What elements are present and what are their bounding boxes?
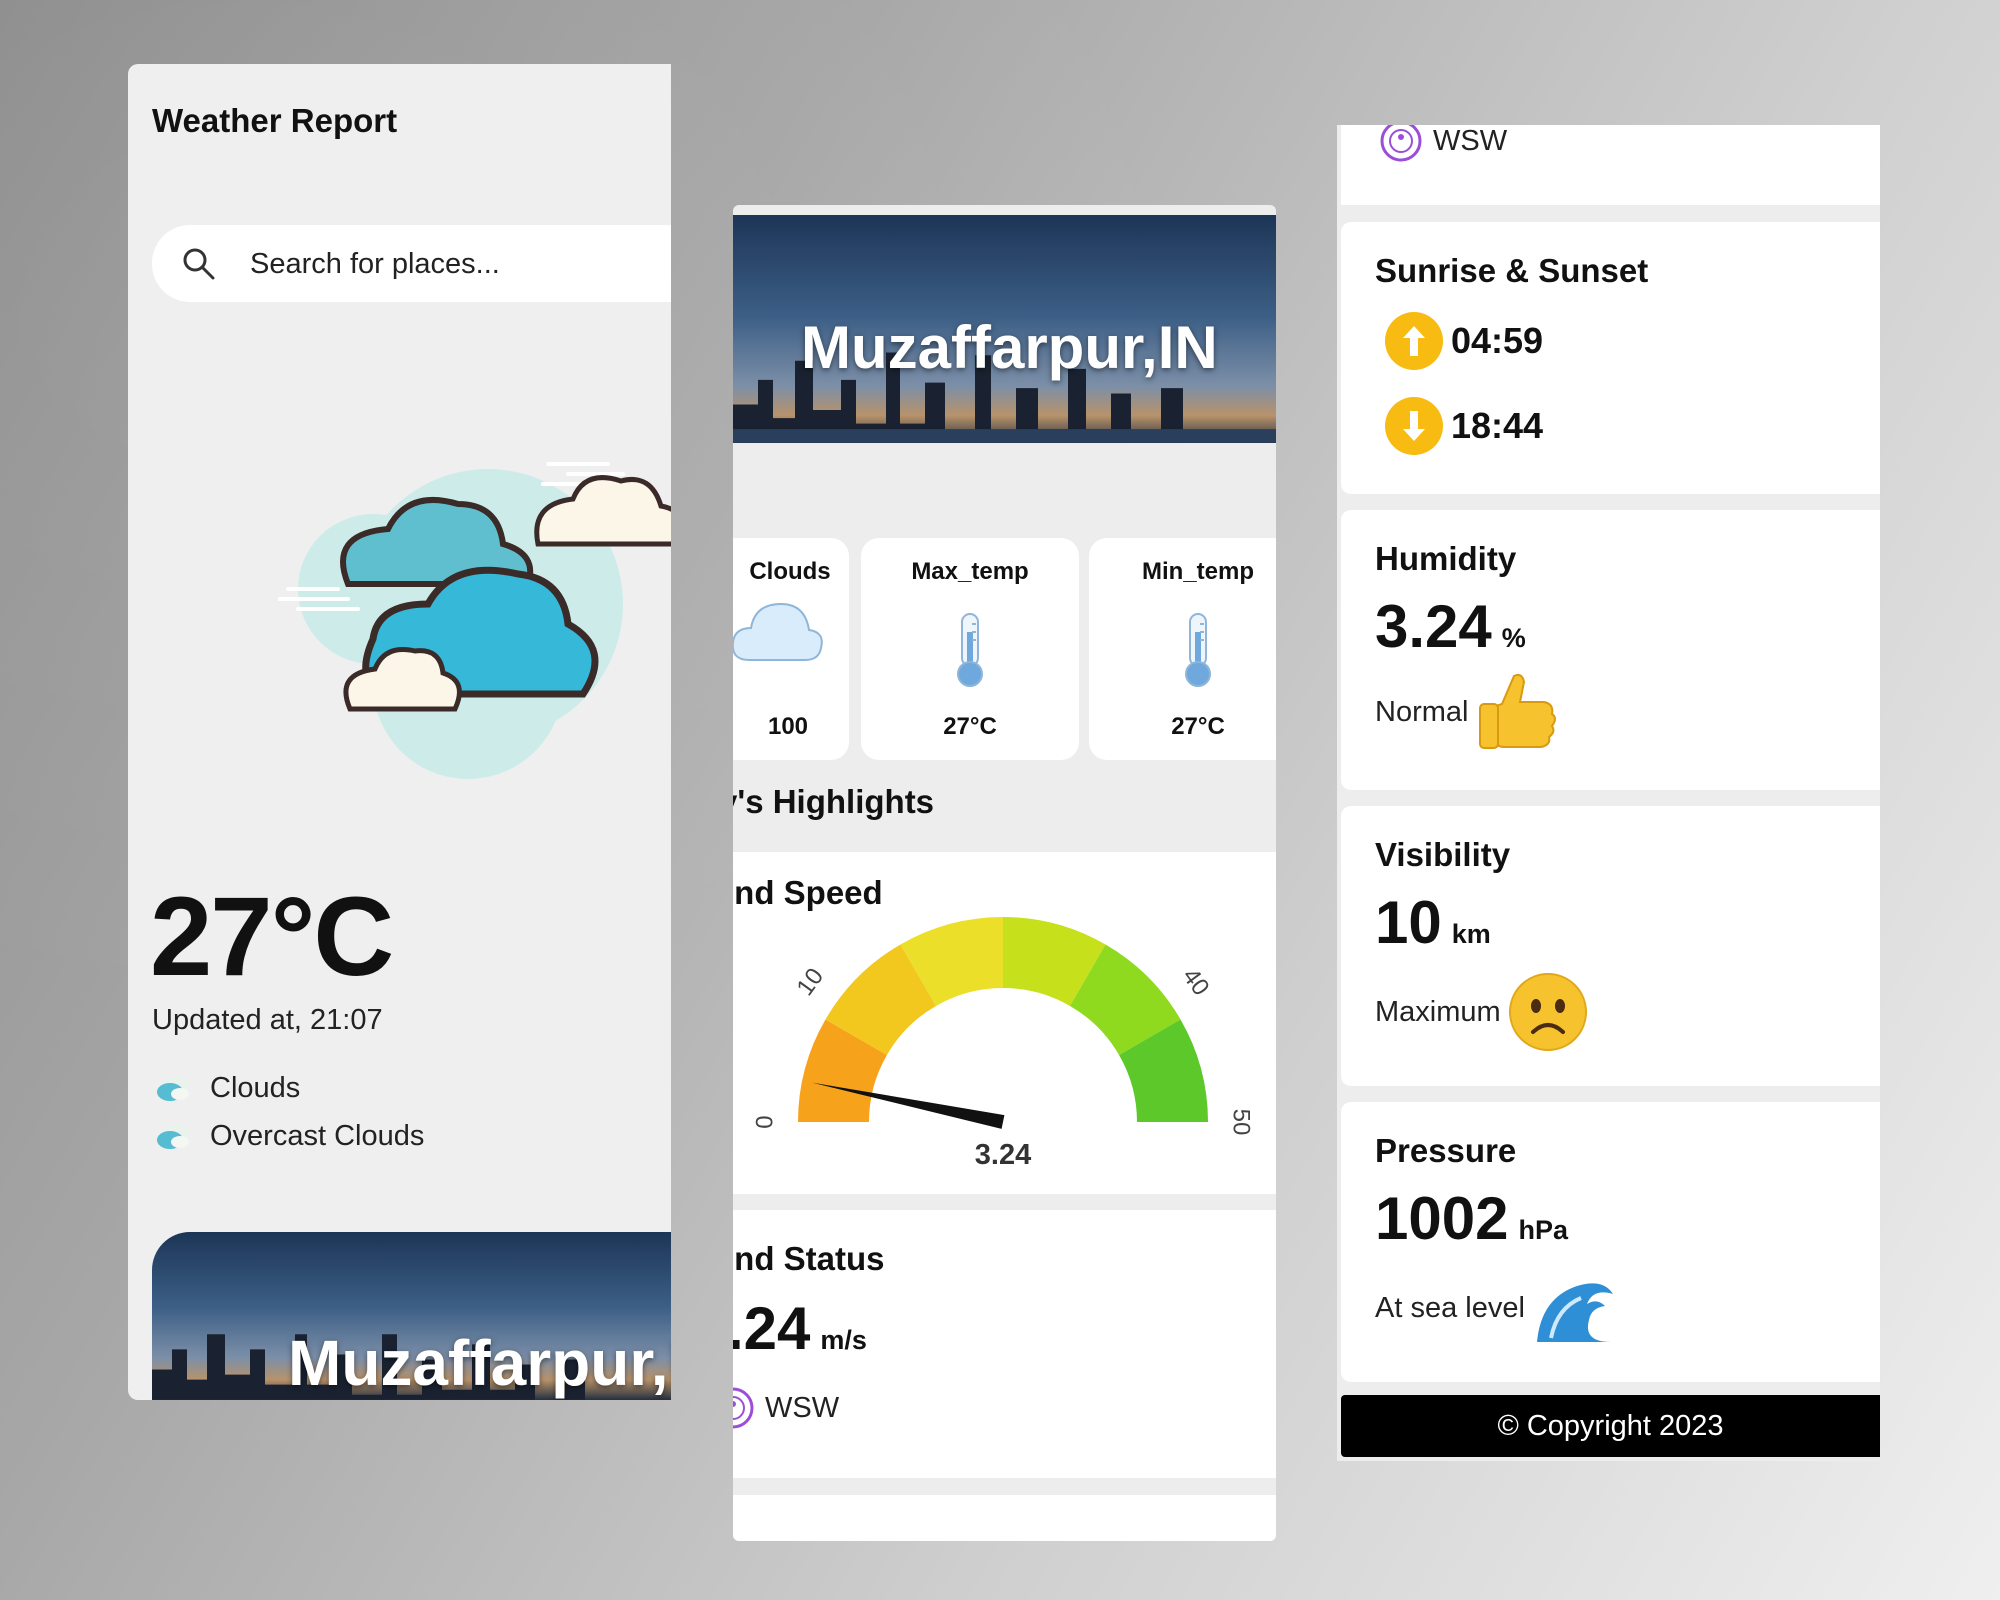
wind-speed-title: ind Speed <box>733 874 883 911</box>
humidity-note: Normal <box>1375 670 1557 754</box>
condition-item: Overcast Clouds <box>154 1114 424 1158</box>
cloud-icon <box>157 1125 189 1149</box>
wind-speed-card: ind Speed 01020304050 3.24 <box>733 852 1276 1194</box>
stat-label: Min_temp <box>1141 558 1254 585</box>
search-input[interactable] <box>248 239 671 289</box>
pressure-title: Pressure <box>1375 1132 1517 1169</box>
location-banner: Muzaffarpur,IN <box>733 215 1276 443</box>
city-name: Muzaffarpur,IN <box>801 314 1218 381</box>
wind-status-card: ind Status .24 m/s WSW <box>733 1210 1276 1478</box>
pressure-unit: hPa <box>1518 1215 1569 1245</box>
location-banner: Muzaffarpur,IN <box>152 1232 671 1400</box>
sunset-arrow-icon <box>1385 397 1443 455</box>
wind-direction: WSW <box>733 1386 839 1430</box>
stat-card-min-temp: Min_temp 27°C <box>1089 538 1276 760</box>
wave-icon <box>1536 1283 1613 1342</box>
visibility-note: Maximum <box>1375 972 1589 1052</box>
stat-card-clouds: Clouds 100 <box>733 538 849 760</box>
visibility-value: 10 km <box>1375 889 1491 956</box>
compass-icon <box>1380 125 1422 162</box>
humidity-title: Humidity <box>1375 540 1517 577</box>
copyright-footer: © Copyright 2023 <box>1341 1395 1880 1457</box>
next-card-edge <box>733 1495 1276 1541</box>
current-temperature: 27°C <box>150 874 394 999</box>
wind-status-unit: m/s <box>820 1325 867 1355</box>
gauge-tick-label: 0 <box>751 1115 778 1128</box>
details-panel: WSW Sunrise & Sunset 04:59 18:44 Humidit… <box>1337 125 1880 1461</box>
thermometer-icon <box>957 613 983 687</box>
search-icon[interactable] <box>182 247 216 281</box>
condition-main: Clouds <box>210 1071 301 1104</box>
thumbs-up-icon <box>1479 673 1557 749</box>
wind-status-value: .24 m/s <box>733 1295 867 1362</box>
gauge-tick-label: 50 <box>1228 1109 1255 1136</box>
stat-value: 27°C <box>1171 713 1225 740</box>
wind-direction: WSW <box>1379 125 1507 163</box>
humidity-value: 3.24% <box>1375 593 1526 660</box>
gauge-tick-label: 10 <box>792 963 830 1000</box>
cloud-icon <box>157 1077 189 1101</box>
worried-face-icon <box>1508 973 1587 1051</box>
humidity-unit: % <box>1501 623 1526 653</box>
updated-time: Updated at, 21:07 <box>152 1004 383 1036</box>
sunrise-time: 04:59 <box>1451 320 1544 361</box>
stat-card-max-temp: Max_temp 27°C <box>861 538 1079 760</box>
cloudy-weather-icon <box>278 462 671 779</box>
pressure-card: Pressure 1002 hPa At sea level <box>1341 1102 1880 1382</box>
sunset-time: 18:44 <box>1451 405 1544 446</box>
gauge-tick-label: 40 <box>1177 963 1215 1000</box>
compass-icon <box>733 1387 754 1429</box>
sunset-row: 18:44 <box>1383 395 1543 457</box>
city-name: Muzaffarpur,IN <box>288 1327 671 1399</box>
wind-status-card-partial: WSW <box>1341 125 1880 205</box>
cloud-icon <box>733 602 823 661</box>
sunrise-row: 04:59 <box>1383 310 1543 372</box>
sunrise-sunset-card: Sunrise & Sunset 04:59 18:44 <box>1341 222 1880 494</box>
wind-speed-gauge: 01020304050 3.24 <box>751 912 1255 1171</box>
gauge-value: 3.24 <box>975 1139 1031 1171</box>
pressure-note: At sea level <box>1375 1268 1617 1348</box>
humidity-card: Humidity 3.24% Normal <box>1341 510 1880 790</box>
visibility-card: Visibility 10 km Maximum <box>1341 806 1880 1086</box>
stat-value: 27°C <box>943 713 997 740</box>
wind-status-title: ind Status <box>733 1240 885 1277</box>
visibility-title: Visibility <box>1375 836 1511 873</box>
app-title: Weather Report <box>152 102 398 139</box>
current-weather-panel: Weather Report 27°C Updated at, 21:07 Cl… <box>128 64 671 1400</box>
thermometer-icon <box>1185 613 1211 687</box>
pressure-value: 1002 hPa <box>1375 1185 1569 1252</box>
condition-description: Overcast Clouds <box>210 1119 425 1152</box>
stat-label: Max_temp <box>911 558 1029 585</box>
condition-item: Clouds <box>154 1066 300 1110</box>
search-bar[interactable] <box>152 225 671 302</box>
visibility-unit: km <box>1451 919 1491 949</box>
sunrise-sunset-title: Sunrise & Sunset <box>1375 252 1649 289</box>
highlights-title: y's Highlights <box>733 783 935 820</box>
highlights-panel: Muzaffarpur,IN Clouds 100 Max_temp 27°C … <box>733 205 1276 1541</box>
sunrise-arrow-icon <box>1385 312 1443 370</box>
